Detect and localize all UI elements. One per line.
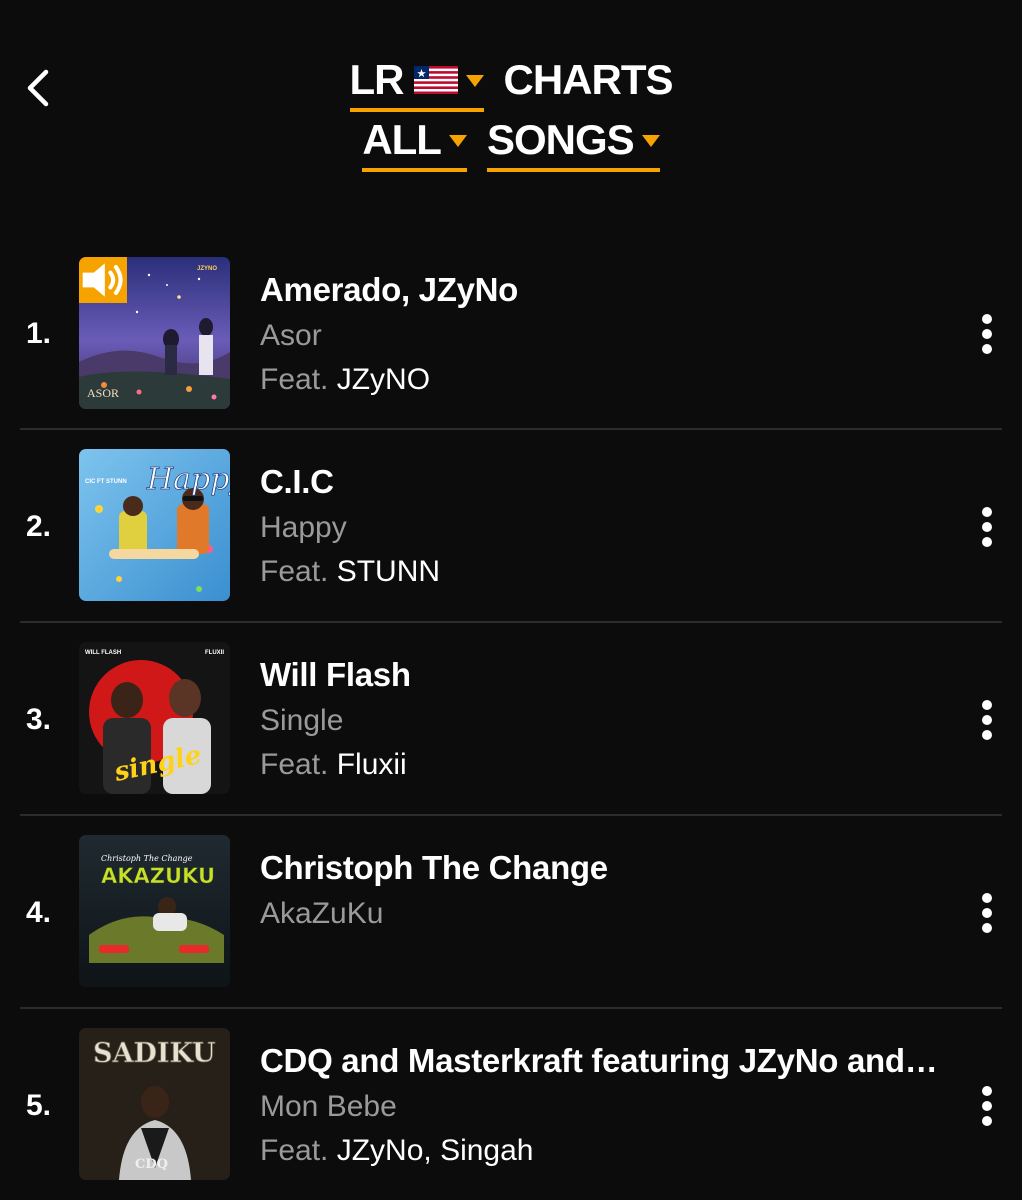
track-info: CDQ and Masterkraft featuring JZyNo and … <box>260 1041 940 1169</box>
feat-artists[interactable]: STUNN <box>337 555 440 588</box>
caret-down-icon <box>448 135 467 147</box>
album-art[interactable]: single WILL FLASH FLUXII <box>79 642 230 794</box>
chart-list: 1. ASOR JZYNO Amerado, JZyNo Asor Feat. … <box>0 238 1022 1200</box>
track-rank: 1. <box>26 317 52 350</box>
more-vertical-icon <box>982 699 992 740</box>
track-featuring: Feat. JZyNO <box>260 362 940 398</box>
track-row[interactable]: 2. Happy CIC FT STUNN <box>0 430 1022 623</box>
track-title: Will Flash <box>260 656 411 693</box>
album-art[interactable]: SADIKU CDQ <box>79 1028 230 1180</box>
album-art-title: SADIKU <box>93 1038 216 1069</box>
album-art-title: ASOR <box>87 386 119 400</box>
track-title: CDQ and Masterkraft featuring JZyNo and … <box>260 1042 940 1079</box>
album-art-image: single WILL FLASH FLUXII <box>79 642 230 794</box>
track-rank: 3. <box>26 702 52 736</box>
album-art[interactable]: Christoph The Change AKAZUKU <box>79 835 230 987</box>
more-vertical-icon <box>982 892 992 933</box>
feat-artists[interactable]: JZyNo, Singah <box>337 1134 534 1167</box>
track-featuring: Feat. JZyNo, Singah <box>260 1133 940 1169</box>
more-options-button[interactable] <box>980 430 994 623</box>
album-art[interactable]: ASOR JZYNO <box>79 257 230 409</box>
country-selector[interactable]: LR <box>349 56 484 112</box>
track-row[interactable]: 1. ASOR JZYNO Amerado, JZyNo Asor Feat. … <box>0 238 1022 430</box>
genre-label: ALL <box>362 116 442 163</box>
more-vertical-icon <box>982 506 992 547</box>
track-info: Christoph The Change AkaZuKu <box>260 848 940 932</box>
more-vertical-icon <box>982 1085 992 1126</box>
more-options-button[interactable] <box>980 1009 994 1200</box>
country-code: LR <box>349 56 405 103</box>
track-subtitle: Single <box>260 704 344 737</box>
feat-prefix: Feat. <box>260 1134 329 1167</box>
charts-title: CHARTS <box>503 56 674 103</box>
caret-down-icon <box>465 75 484 87</box>
more-options-button[interactable] <box>980 238 994 430</box>
speaker-icon <box>82 263 123 297</box>
more-options-button[interactable] <box>980 623 994 816</box>
album-art-tag: Christoph The Change <box>101 854 193 863</box>
feat-prefix: Feat. <box>260 748 329 781</box>
album-art-image: Happy CIC FT STUNN <box>79 449 230 601</box>
track-subtitle: Happy <box>260 511 347 544</box>
album-art-title: AKAZUKU <box>101 864 215 888</box>
feat-artists[interactable]: Fluxii <box>337 748 407 781</box>
track-info: Amerado, JZyNo Asor Feat. JZyNO <box>260 270 940 398</box>
album-art-image: Christoph The Change AKAZUKU <box>79 835 230 987</box>
track-row[interactable]: 4. Christoph The Change AKAZUKU Christop… <box>0 816 1022 1009</box>
genre-selector[interactable]: ALL <box>362 117 467 172</box>
track-info: Will Flash Single Feat. Fluxii <box>260 655 940 783</box>
track-title: C.I.C <box>260 463 334 500</box>
album-art-title: Happy <box>146 462 230 497</box>
album-art-tag-left: WILL FLASH <box>85 650 121 656</box>
album-art-image: SADIKU CDQ <box>79 1028 230 1180</box>
more-vertical-icon <box>982 314 992 354</box>
now-playing-badge <box>79 257 127 303</box>
track-subtitle: Mon Bebe <box>260 1090 397 1123</box>
type-selector[interactable]: SONGS <box>486 116 660 172</box>
feat-prefix: Feat. <box>260 363 329 396</box>
track-title: Christoph The Change <box>260 849 608 886</box>
album-art-tag: CDQ <box>135 1157 168 1172</box>
track-subtitle: Asor <box>260 319 322 352</box>
album-art-tag-right: FLUXII <box>205 650 224 656</box>
track-rank: 2. <box>26 509 52 543</box>
album-art-tag: JZYNO <box>197 266 217 272</box>
feat-artists[interactable]: JZyNO <box>337 363 430 396</box>
track-featuring: Feat. Fluxii <box>260 747 940 783</box>
more-options-button[interactable] <box>980 816 994 1009</box>
feat-prefix: Feat. <box>260 555 329 588</box>
type-label: SONGS <box>486 116 635 163</box>
album-art[interactable]: Happy CIC FT STUNN <box>79 449 230 601</box>
track-row[interactable]: 3. single WILL FLASH FLUXII Will Flash S… <box>0 623 1022 816</box>
track-row[interactable]: 5. SADIKU CDQ CDQ and Masterkraft featur… <box>0 1009 1022 1200</box>
track-rank: 4. <box>26 895 52 929</box>
liberia-flag-icon <box>413 66 458 94</box>
chart-header: LR CHARTS ALL SONGS <box>0 54 1022 172</box>
track-featuring: Feat. STUNN <box>260 554 940 590</box>
track-info: C.I.C Happy Feat. STUNN <box>260 462 940 590</box>
caret-down-icon <box>641 135 660 147</box>
track-rank: 5. <box>26 1088 52 1122</box>
track-subtitle: AkaZuKu <box>260 897 384 930</box>
album-art-tag: CIC FT STUNN <box>85 479 127 485</box>
track-title: Amerado, JZyNo <box>260 271 519 308</box>
